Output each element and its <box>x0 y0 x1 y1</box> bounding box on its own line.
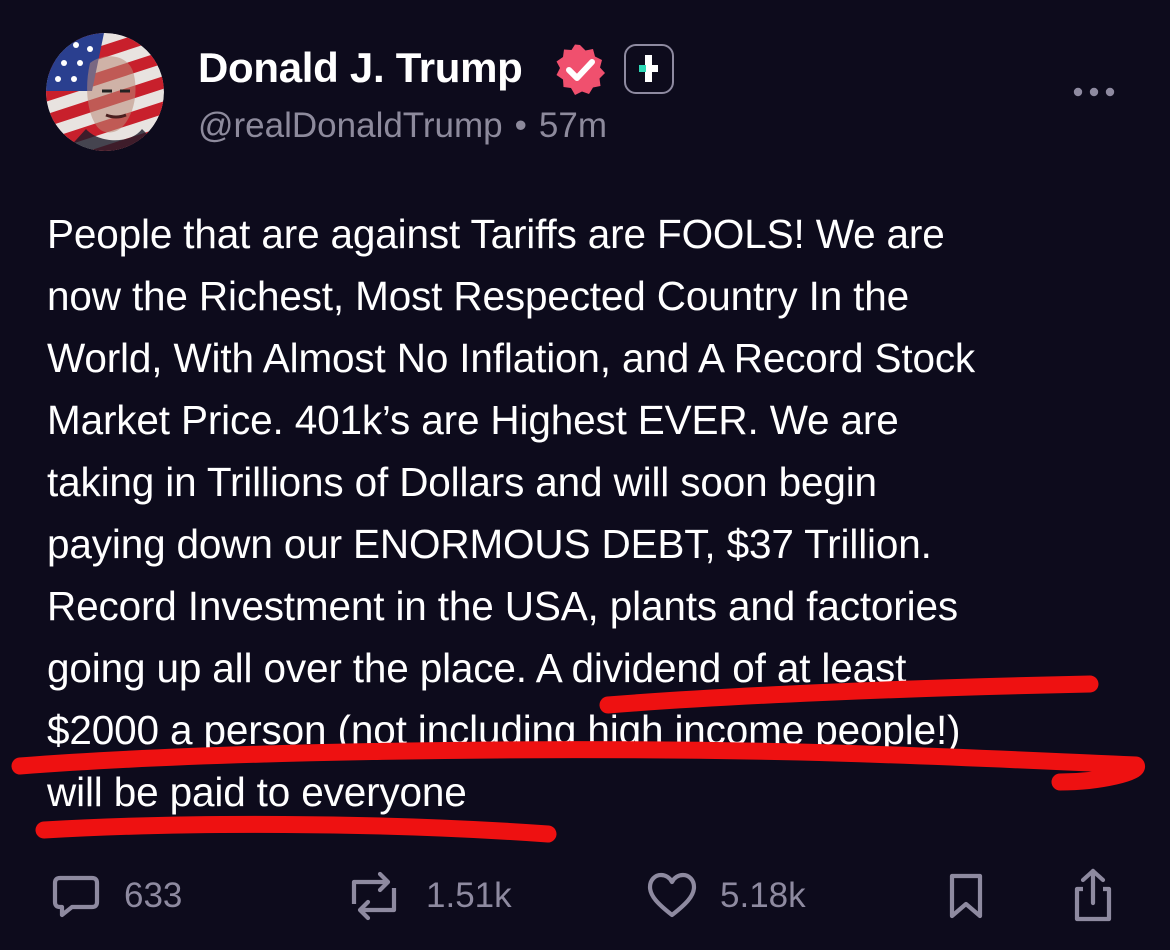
post-line: People that are against Tariffs are FOOL… <box>47 211 945 257</box>
verified-badge-icon <box>556 44 605 95</box>
handle-line: @realDonaldTrump • 57m <box>198 104 607 148</box>
handle[interactable]: @realDonaldTrump <box>198 106 503 145</box>
repost-count: 1.51k <box>426 876 512 915</box>
post-line: Record Investment in the USA, plants and… <box>47 583 958 629</box>
post-line: will be paid to everyone <box>47 769 467 815</box>
share-action[interactable] <box>1069 866 1117 926</box>
reply-count: 633 <box>124 876 183 915</box>
post-line: now the Richest, Most Respected Country … <box>47 273 910 319</box>
more-options-icon[interactable] <box>1070 80 1118 104</box>
plus-icon <box>639 55 658 82</box>
reply-icon <box>52 875 100 918</box>
post-line: paying down our ENORMOUS DEBT, $37 Trill… <box>47 521 932 567</box>
post-text: People that are against Tariffs are FOOL… <box>47 203 1142 823</box>
avatar[interactable] <box>46 33 164 151</box>
like-count: 5.18k <box>720 876 806 915</box>
bookmark-icon <box>949 873 983 919</box>
timestamp[interactable]: 57m <box>539 106 607 145</box>
post-line: $2000 a person (not including high incom… <box>47 707 961 753</box>
bookmark-action[interactable] <box>944 866 988 926</box>
plus-badge-icon[interactable] <box>624 44 674 94</box>
heart-icon <box>647 872 697 918</box>
like-action[interactable]: 5.18k <box>646 866 806 926</box>
repost-icon <box>351 871 397 921</box>
repost-action[interactable]: 1.51k <box>344 866 512 926</box>
post-line: Market Price. 401k’s are Highest EVER. W… <box>47 397 899 443</box>
post-card: Donald J. Trump @realDonaldTrump • 57m Peo… <box>0 0 1170 950</box>
flag-portrait-avatar <box>46 33 164 151</box>
post-line: taking in Trillions of Dollars and will … <box>47 459 877 505</box>
separator-dot: • <box>514 106 527 145</box>
share-icon <box>1074 868 1112 922</box>
reply-action[interactable]: 633 <box>50 866 182 926</box>
post-line: going up all over the place. A dividend … <box>47 645 907 691</box>
display-name[interactable]: Donald J. Trump <box>198 42 523 94</box>
post-line: World, With Almost No Inflation, and A R… <box>47 335 976 381</box>
